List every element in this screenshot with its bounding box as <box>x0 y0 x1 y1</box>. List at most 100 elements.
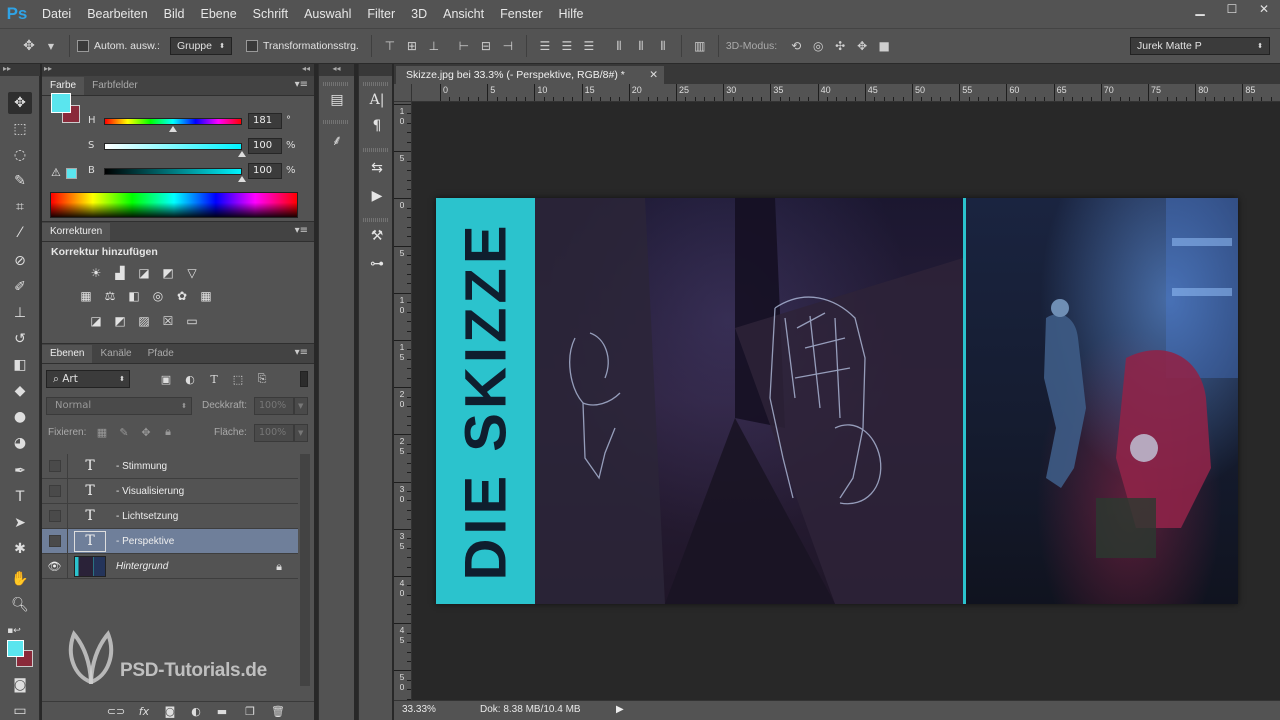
adjustment-filter-icon[interactable]: ◐ <box>182 371 198 387</box>
strip-grip[interactable] <box>323 120 349 124</box>
hue-saturation-icon[interactable]: ▦ <box>78 289 94 303</box>
document-canvas[interactable]: DIE SKIZZE <box>436 198 1238 604</box>
align-top-icon[interactable]: ⊤ <box>381 37 399 55</box>
distribute-hcenter-icon[interactable]: ⫴ <box>632 37 650 55</box>
history-panel-icon[interactable]: ▤ <box>327 90 347 110</box>
maximize-button[interactable]: ☐ <box>1216 0 1248 18</box>
photo-filter-icon[interactable]: ◎ <box>150 289 166 303</box>
lock-all-icon[interactable]: 🔒︎ <box>160 424 176 440</box>
menu-bild[interactable]: Bild <box>156 0 193 28</box>
hue-slider-thumb[interactable] <box>169 126 177 132</box>
ruler-origin[interactable] <box>394 84 412 102</box>
new-group-icon[interactable]: ▬ <box>214 704 230 718</box>
move-tool-icon[interactable]: ✥ <box>8 92 32 114</box>
tab-farbfelder[interactable]: Farbfelder <box>84 77 146 95</box>
distribute-bottom-icon[interactable]: ☰ <box>580 37 598 55</box>
zoom-level[interactable]: 33.33% <box>402 704 436 715</box>
timeline-icon[interactable]: ⇆ <box>367 158 387 178</box>
align-vcenter-icon[interactable]: ⊞ <box>403 37 421 55</box>
hand-tool-icon[interactable]: ✋ <box>8 568 32 590</box>
color-balance-icon[interactable]: ⚖ <box>102 289 118 303</box>
actions-play-icon[interactable]: ▶ <box>367 186 387 206</box>
distribute-right-icon[interactable]: ⫴ <box>654 37 672 55</box>
hue-value[interactable]: 181 <box>248 113 282 129</box>
blur-tool-icon[interactable]: ● <box>8 406 32 428</box>
brightness-slider[interactable] <box>104 168 242 175</box>
curves-icon[interactable]: ◪ <box>136 266 152 280</box>
eraser-tool-icon[interactable]: ◧ <box>8 354 32 376</box>
menu-3d[interactable]: 3D <box>403 0 435 28</box>
black-white-icon[interactable]: ◧ <box>126 289 142 303</box>
opacity-dropdown-icon[interactable]: ▼ <box>294 397 308 415</box>
distribute-top-icon[interactable]: ☰ <box>536 37 554 55</box>
foreground-color[interactable] <box>51 93 71 113</box>
auto-align-icon[interactable]: ▥ <box>691 37 709 55</box>
link-layers-icon[interactable]: ⊂⊃ <box>107 704 125 718</box>
menu-ebene[interactable]: Ebene <box>193 0 245 28</box>
align-left-icon[interactable]: ⊢ <box>455 37 473 55</box>
auto-select-target-select[interactable]: Gruppe ⬍ <box>169 37 232 55</box>
close-button[interactable]: ✕ <box>1248 0 1280 18</box>
quick-mask-icon[interactable]: ◙ <box>8 674 32 696</box>
smart-object-filter-icon[interactable]: ⎘ <box>254 371 270 387</box>
history-brush-tool-icon[interactable]: ↺ <box>8 328 32 350</box>
color-lookup-icon[interactable]: ▦ <box>198 289 214 303</box>
panel-menu-icon[interactable]: ▾≡ <box>295 347 308 358</box>
brightness-icon[interactable]: ☀ <box>88 266 104 280</box>
posterize-icon[interactable]: ◩ <box>112 314 128 328</box>
tab-kanaele[interactable]: Kanäle <box>92 345 139 363</box>
workspace-select[interactable]: Jurek Matte P ⬍ <box>1130 37 1270 55</box>
gamut-warning-icon[interactable]: ⚠ <box>51 166 61 179</box>
3d-roll-icon[interactable]: ◎ <box>809 37 827 55</box>
shape-filter-icon[interactable]: ⬚ <box>230 371 246 387</box>
new-adjustment-layer-icon[interactable]: ◐ <box>188 704 204 718</box>
paint-bucket-tool-icon[interactable]: ◆ <box>8 380 32 402</box>
path-selection-tool-icon[interactable]: ➤ <box>8 512 32 534</box>
marquee-tool-icon[interactable]: ⬚ <box>8 118 32 140</box>
3d-rotate-icon[interactable]: ⟲ <box>787 37 805 55</box>
layer-filter-select[interactable]: ⌕ Art ⬍ <box>46 370 130 388</box>
layer-style-icon[interactable]: fx <box>136 704 152 718</box>
dock-header[interactable]: ▸▸ ◂◂ <box>42 64 314 76</box>
crop-tool-icon[interactable]: ⌗ <box>8 196 32 218</box>
tab-korrekturen[interactable]: Korrekturen <box>42 223 111 241</box>
3d-slide-icon[interactable]: ✥ <box>853 37 871 55</box>
healing-brush-tool-icon[interactable]: ⊘ <box>8 250 32 272</box>
web-color-swatch[interactable] <box>66 168 77 179</box>
saturation-slider-thumb[interactable] <box>238 151 246 157</box>
layer-row[interactable]: T - Perspektive <box>42 528 298 554</box>
panel-menu-icon[interactable]: ▾≡ <box>295 225 308 236</box>
blend-mode-select[interactable]: Normal ⬍ <box>46 397 192 415</box>
layer-row[interactable]: T - Stimmung <box>42 453 298 479</box>
eye-icon[interactable]: 👁︎ <box>42 553 68 579</box>
vibrance-icon[interactable]: ▽ <box>184 266 200 280</box>
color-spectrum[interactable] <box>50 192 298 218</box>
strip-grip[interactable] <box>363 218 389 222</box>
visibility-toggle[interactable] <box>42 478 68 504</box>
move-tool-preset-icon[interactable]: ✥ <box>20 37 38 55</box>
gradient-map-icon[interactable]: ▭ <box>184 314 200 328</box>
strip-grip[interactable] <box>363 82 389 86</box>
selective-color-icon[interactable]: ☒ <box>160 314 176 328</box>
swap-colors-icon[interactable]: ▪↩ <box>2 620 26 642</box>
chevron-down-icon[interactable]: ▼ <box>42 37 60 55</box>
fill-field[interactable]: 100% <box>254 424 294 442</box>
lock-transparency-icon[interactable]: ▦ <box>94 424 110 440</box>
menu-fenster[interactable]: Fenster <box>492 0 550 28</box>
invert-icon[interactable]: ◪ <box>88 314 104 328</box>
shape-tool-icon[interactable]: ✱ <box>8 538 32 560</box>
brush-presets-icon[interactable]: ⸙ <box>327 130 347 150</box>
visibility-toggle[interactable] <box>42 528 68 554</box>
align-bottom-icon[interactable]: ⊥ <box>425 37 443 55</box>
levels-icon[interactable]: ▟ <box>112 266 128 280</box>
opacity-field[interactable]: 100% <box>254 397 294 415</box>
dodge-tool-icon[interactable]: ◕ <box>8 432 32 454</box>
visibility-toggle[interactable] <box>42 453 68 479</box>
menu-filter[interactable]: Filter <box>359 0 403 28</box>
distribute-left-icon[interactable]: ⫴ <box>610 37 628 55</box>
menu-ansicht[interactable]: Ansicht <box>435 0 492 28</box>
pen-tool-icon[interactable]: ✒ <box>8 460 32 482</box>
strip-header[interactable]: ◂◂ <box>319 64 354 76</box>
close-icon[interactable]: ✕ <box>649 66 658 84</box>
3d-pan-icon[interactable]: ✣ <box>831 37 849 55</box>
